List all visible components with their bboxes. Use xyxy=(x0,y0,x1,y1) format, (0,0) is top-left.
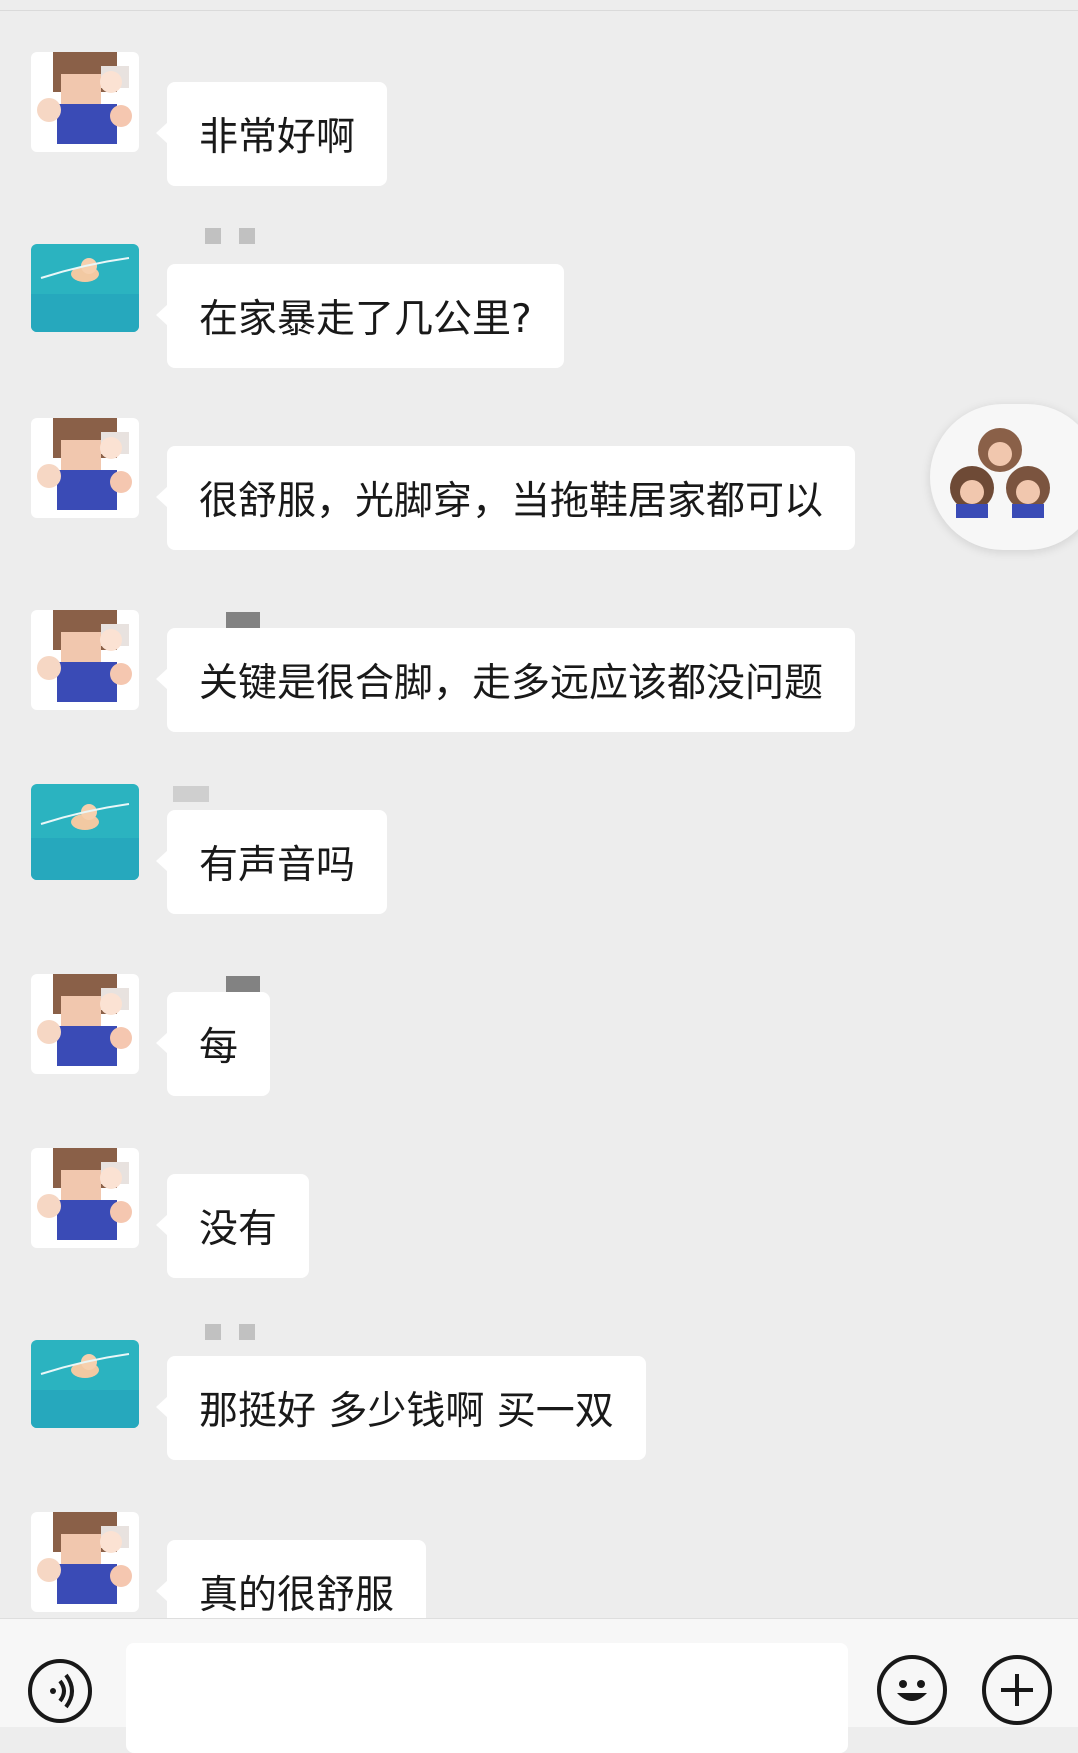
sender-name-blurred xyxy=(173,786,209,802)
sender-name-blurred xyxy=(226,976,260,992)
message-bubble[interactable]: 每 xyxy=(155,992,271,1096)
sender-name-blurred xyxy=(205,228,255,244)
message-bubble[interactable]: 真的很舒服 xyxy=(155,1540,427,1618)
message-bubble[interactable]: 关键是很合脚，走多远应该都没问题 xyxy=(155,628,856,732)
emoji-icon[interactable] xyxy=(877,1655,947,1725)
message-text: 在家暴走了几公里? xyxy=(199,297,532,342)
message-text: 那挺好 多少钱啊 买一双 xyxy=(199,1389,614,1434)
floating-chat-head[interactable] xyxy=(930,404,1078,550)
message-text: 有声音吗 xyxy=(199,843,356,888)
chat-message-list[interactable]: 非常好啊 在家暴走了几公里? 很舒服，光脚穿，当拖鞋居家都可以 关键是很合脚，走… xyxy=(0,0,1078,1618)
avatar-teal-swimmer[interactable] xyxy=(31,784,139,880)
message-text: 真的很舒服 xyxy=(199,1573,395,1618)
message-text: 没有 xyxy=(199,1207,278,1252)
plus-icon[interactable] xyxy=(982,1655,1052,1725)
divider xyxy=(0,10,1078,11)
message-text: 很舒服，光脚穿，当拖鞋居家都可以 xyxy=(199,479,824,524)
message-input[interactable] xyxy=(126,1643,848,1753)
avatar-teal-swimmer[interactable] xyxy=(31,244,139,332)
message-bubble[interactable]: 很舒服，光脚穿，当拖鞋居家都可以 xyxy=(155,446,856,550)
message-bubble[interactable]: 那挺好 多少钱啊 买一双 xyxy=(156,1356,646,1460)
avatar-cartoon-girl[interactable] xyxy=(31,1512,139,1612)
message-text: 非常好啊 xyxy=(199,115,356,160)
avatar-cartoon-girl[interactable] xyxy=(31,1148,139,1248)
avatar-teal-swimmer[interactable] xyxy=(31,1340,139,1428)
message-bubble[interactable]: 在家暴走了几公里? xyxy=(156,264,564,368)
message-text: 每 xyxy=(199,1025,239,1070)
avatar-cartoon-girl[interactable] xyxy=(31,52,139,152)
avatar-cartoon-girl[interactable] xyxy=(31,974,139,1074)
avatar-cartoon-girl[interactable] xyxy=(31,418,139,518)
sender-name-blurred xyxy=(205,1324,255,1340)
message-bubble[interactable]: 非常好啊 xyxy=(155,82,388,186)
message-bubble[interactable]: 有声音吗 xyxy=(155,810,388,914)
message-bubble[interactable]: 没有 xyxy=(155,1174,310,1278)
sender-name-blurred xyxy=(226,612,260,628)
message-text: 关键是很合脚，走多远应该都没问题 xyxy=(199,661,824,706)
voice-icon[interactable] xyxy=(28,1659,92,1723)
avatar-cartoon-girl[interactable] xyxy=(31,610,139,710)
chat-input-bar xyxy=(0,1618,1078,1753)
